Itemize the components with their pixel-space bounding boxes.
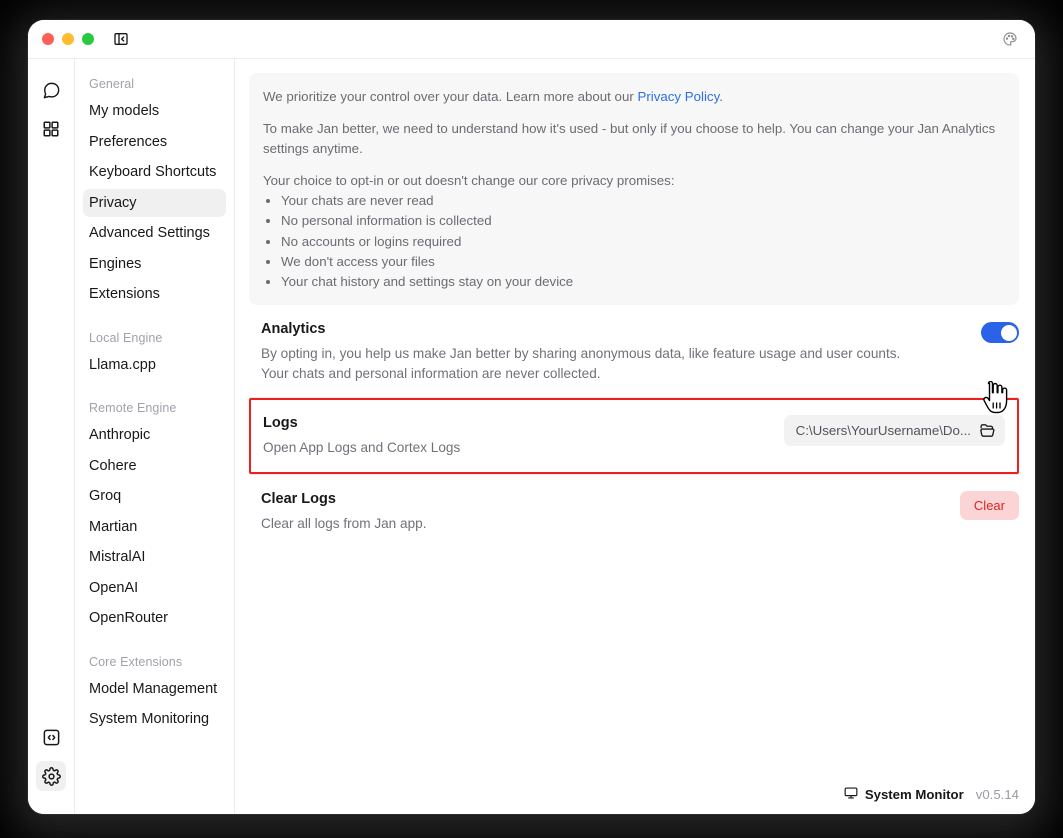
system-monitor-button[interactable]: System Monitor <box>844 786 964 803</box>
grid-icon[interactable] <box>36 114 66 144</box>
list-item: We don't access your files <box>281 252 1005 271</box>
sidebar-group-local-engine-label: Local Engine <box>89 330 163 345</box>
sidebar-item-openrouter[interactable]: OpenRouter <box>83 604 226 632</box>
clear-logs-description: Clear all logs from Jan app. <box>261 516 427 532</box>
traffic-lights <box>42 33 94 45</box>
logs-title: Logs <box>263 414 298 431</box>
settings-sidebar: General My models Preferences Keyboard S… <box>75 59 235 814</box>
icon-rail <box>28 59 75 814</box>
list-item: No accounts or logins required <box>281 232 1005 251</box>
app-version: v0.5.14 <box>975 787 1019 802</box>
sidebar-gap-1 <box>83 311 226 327</box>
analytics-section: Analytics By opting in, you help us make… <box>249 305 1019 398</box>
privacy-info-card: We prioritize your control over your dat… <box>249 73 1019 306</box>
sidebar-item-anthropic[interactable]: Anthropic <box>83 421 226 449</box>
analytics-toggle-knob <box>1000 324 1017 341</box>
sidebar-item-engines[interactable]: Engines <box>83 250 226 278</box>
sidebar-group-general-label: General <box>89 77 135 91</box>
palette-icon[interactable] <box>999 28 1021 50</box>
minimize-window-button[interactable] <box>62 33 74 45</box>
sidebar-item-my-models[interactable]: My models <box>83 97 226 125</box>
main-content: We prioritize your control over your dat… <box>235 59 1035 814</box>
privacy-intro-text-before: We prioritize your control over your dat… <box>263 89 638 104</box>
clear-logs-section: Clear Logs Clear all logs from Jan app. … <box>249 475 1019 547</box>
title-bar <box>28 20 1035 59</box>
sidebar-item-keyboard-shortcuts[interactable]: Keyboard Shortcuts <box>83 158 226 186</box>
logs-text-block: Logs Open App Logs and Cortex Logs <box>263 415 460 457</box>
clear-logs-title: Clear Logs <box>261 491 336 508</box>
sidebar-group-core-extensions-label: Core Extensions <box>89 654 183 669</box>
app-window: General My models Preferences Keyboard S… <box>28 20 1035 814</box>
sidebar-item-model-management[interactable]: Model Management <box>83 675 226 703</box>
privacy-analytics-paragraph: To make Jan better, we need to understan… <box>263 121 996 156</box>
analytics-toggle[interactable] <box>981 322 1019 344</box>
app-body: General My models Preferences Keyboard S… <box>28 59 1035 814</box>
privacy-intro-paragraph: We prioritize your control over your dat… <box>263 87 1005 106</box>
sidebar-gap-3 <box>83 635 226 651</box>
close-window-button[interactable] <box>42 33 54 45</box>
sidebar-item-advanced-settings[interactable]: Advanced Settings <box>83 219 226 247</box>
system-monitor-label: System Monitor <box>864 787 964 802</box>
logs-section: Logs Open App Logs and Cortex Logs C:\Us… <box>249 397 1019 476</box>
list-item: Your chat history and settings stay on y… <box>281 272 1005 291</box>
clear-logs-header: Clear Logs Clear all logs from Jan app. … <box>261 491 1019 533</box>
titlebar-right-actions <box>999 28 1021 50</box>
sidebar-item-martian[interactable]: Martian <box>83 513 226 541</box>
gear-icon[interactable] <box>36 761 66 791</box>
sidebar-item-llama-cpp[interactable]: Llama.cpp <box>83 351 226 379</box>
privacy-promises: Your choice to opt-in or out doesn't cha… <box>263 171 1005 292</box>
clear-logs-text-block: Clear Logs Clear all logs from Jan app. <box>261 491 426 533</box>
monitor-icon <box>844 786 858 803</box>
analytics-header: Analytics <box>261 321 1019 344</box>
privacy-promises-heading: Your choice to opt-in or out doesn't cha… <box>263 172 675 188</box>
status-bar: System Monitor v0.5.14 <box>235 775 1035 814</box>
desktop-backdrop: General My models Preferences Keyboard S… <box>0 0 1063 838</box>
sidebar-item-mistralai[interactable]: MistralAI <box>83 543 226 571</box>
sidebar-item-privacy[interactable]: Privacy <box>83 188 226 217</box>
sidebar-item-groq[interactable]: Groq <box>83 482 226 510</box>
zoom-window-button[interactable] <box>82 33 94 45</box>
code-icon[interactable] <box>36 722 66 752</box>
folder-open-icon[interactable] <box>979 422 996 439</box>
panel-left-collapse-icon[interactable] <box>111 29 131 49</box>
analytics-description: By opting in, you help us make Jan bette… <box>261 346 901 381</box>
sidebar-group-remote-engine-label: Remote Engine <box>89 401 177 415</box>
sidebar-gap-2 <box>83 381 226 397</box>
privacy-promises-list: Your chats are never read No personal in… <box>281 191 1005 291</box>
list-item: No personal information is collected <box>281 211 1005 230</box>
clear-logs-button[interactable]: Clear <box>959 491 1019 521</box>
logs-path-value: C:\Users\YourUsername\Do... <box>795 422 971 438</box>
list-item: Your chats are never read <box>281 191 1005 210</box>
sidebar-item-extensions[interactable]: Extensions <box>83 280 226 308</box>
privacy-policy-link[interactable]: Privacy Policy <box>637 89 719 104</box>
logs-description: Open App Logs and Cortex Logs <box>263 439 461 455</box>
analytics-text-block: Analytics <box>261 321 325 344</box>
sidebar-item-openai[interactable]: OpenAI <box>83 574 226 602</box>
logs-header: Logs Open App Logs and Cortex Logs C:\Us… <box>263 414 1005 457</box>
sidebar-item-cohere[interactable]: Cohere <box>83 452 226 480</box>
sidebar-item-preferences[interactable]: Preferences <box>83 128 226 156</box>
logs-path-field[interactable]: C:\Users\YourUsername\Do... <box>783 414 1005 446</box>
privacy-intro-text-after: . <box>719 89 723 104</box>
chat-icon[interactable] <box>36 75 66 105</box>
sidebar-item-system-monitoring[interactable]: System Monitoring <box>83 705 226 733</box>
analytics-title: Analytics <box>261 321 326 338</box>
